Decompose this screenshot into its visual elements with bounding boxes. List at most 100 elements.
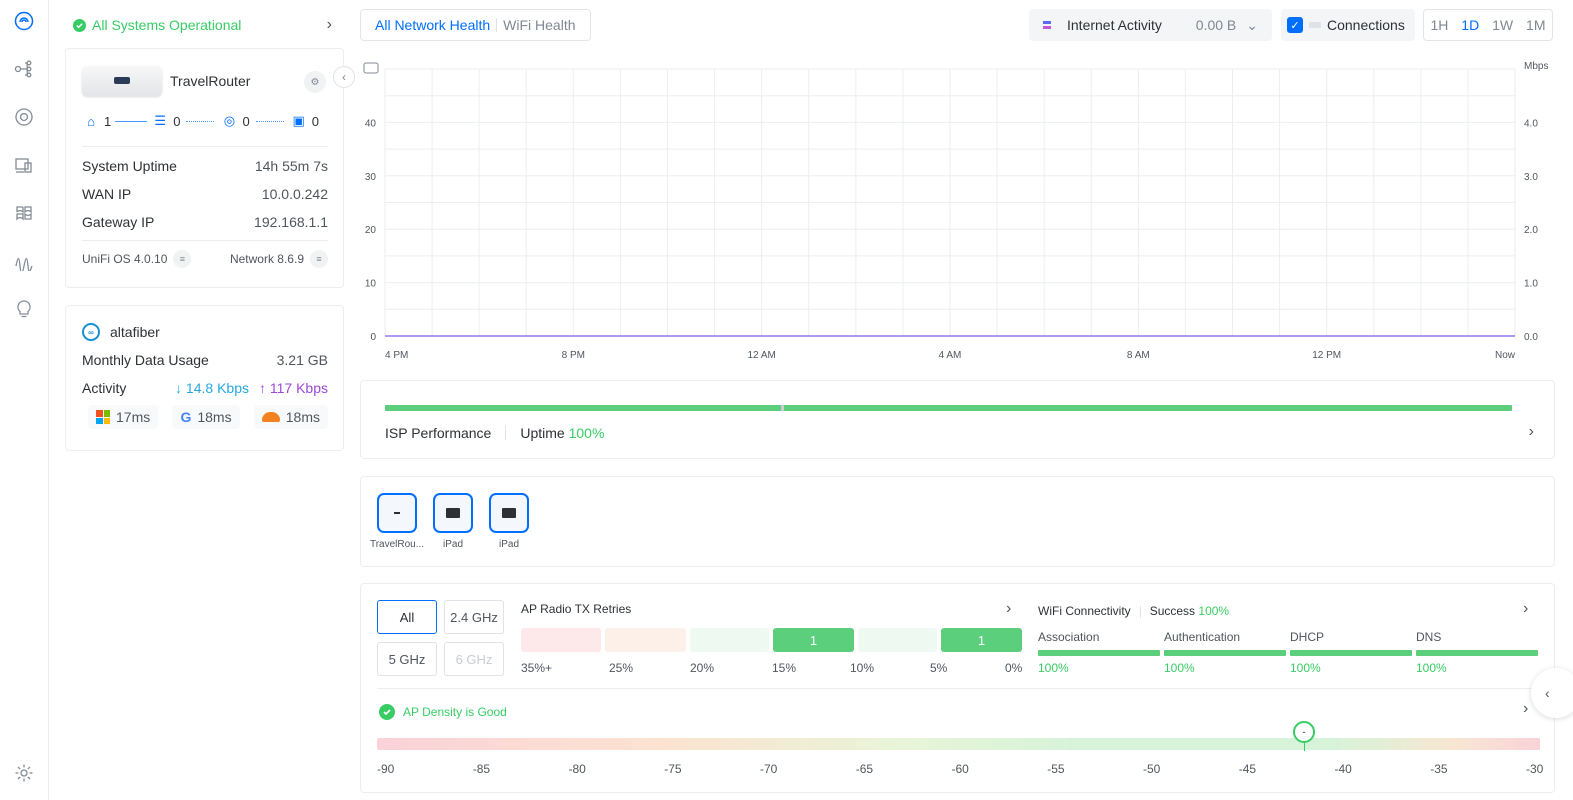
range-1d[interactable]: 1D [1461, 17, 1479, 33]
collapse-panel-button[interactable]: ‹ [333, 66, 355, 88]
wifi-connectivity-title: WiFi Connectivity Success 100% [1038, 604, 1230, 618]
activity-row: Activity ↓ 14.8 Kbps ↑ 117 Kbps [82, 380, 328, 396]
density-scale-label: -35 [1430, 762, 1448, 776]
device-card: TravelRouter ⚙ ⌂ 1 ☰ 0 ◎ 0 ▣ 0 System Uptime… [65, 48, 344, 288]
y-tick-right: 3.0 [1524, 172, 1538, 183]
density-scale-label: -40 [1334, 762, 1352, 776]
y-tick-right: 0.0 [1524, 332, 1538, 343]
chevron-right-icon[interactable]: › [1523, 600, 1528, 618]
device-image [82, 66, 162, 96]
checkbox-checked-icon[interactable]: ✓ [1287, 17, 1303, 33]
system-status[interactable]: All Systems Operational › [65, 10, 344, 40]
band-all[interactable]: All [377, 600, 437, 634]
internet-activity-value: 0.00 B [1195, 17, 1237, 33]
retry-bucket [521, 628, 601, 652]
google-latency: G 18ms [172, 405, 240, 429]
insights-icon[interactable] [12, 249, 36, 273]
cloudflare-icon [261, 412, 280, 422]
retry-scale-label: 0% [1005, 661, 1023, 675]
chevron-left-icon: ‹ [1545, 685, 1550, 701]
retry-scale-label: 35%+ [521, 661, 553, 675]
density-scale-label: -50 [1143, 762, 1161, 776]
alarms-icon[interactable] [12, 297, 36, 321]
chevron-down-icon: ⌄ [1246, 16, 1258, 33]
gateway-count: 1 [104, 113, 112, 129]
download-rate: ↓ 14.8 Kbps [175, 380, 249, 396]
upload-rate: ↑ 117 Kbps [258, 380, 328, 396]
activity-chart[interactable]: 0 10 20 30 40 0.0 1.0 2.0 3.0 4.0 Mbps 4 PM 8 PM 12 A… [360, 55, 1555, 365]
uptime-value: 100% [568, 425, 605, 441]
internet-activity-select[interactable]: Internet Activity 0.00 B ⌄ [1029, 9, 1272, 41]
retry-bucket [858, 628, 937, 652]
chevron-right-icon: › [326, 16, 332, 33]
release-notes-icon[interactable]: ≡ [173, 250, 192, 268]
band-2-4ghz[interactable]: 2.4 GHz [444, 600, 504, 634]
topology-icon[interactable] [12, 57, 36, 81]
band-5ghz[interactable]: 5 GHz [377, 642, 437, 676]
chevron-right-icon[interactable]: › [1523, 700, 1528, 718]
client-icon: ▣ [292, 113, 305, 128]
y-tick-right: 2.0 [1524, 225, 1538, 236]
settings-icon[interactable] [12, 761, 36, 785]
chevron-right-icon[interactable]: › [1006, 600, 1011, 618]
retry-scale-label: 10% [850, 661, 875, 675]
release-notes-icon[interactable]: ≡ [310, 250, 328, 268]
router-icon [377, 493, 417, 533]
legend-swatch [1043, 21, 1051, 29]
y-tick-left: 20 [365, 225, 377, 236]
density-scale-label: -60 [951, 762, 969, 776]
internet-activity-label: Internet Activity [1067, 17, 1162, 33]
latency-list: 17ms G 18ms 18ms [88, 405, 328, 429]
dashboard-icon[interactable] [12, 9, 36, 33]
density-scale-label: -70 [760, 762, 778, 776]
x-tick: 8 PM [562, 350, 585, 361]
uptime-label: Uptime [520, 425, 565, 441]
stat-gateway-ip: Gateway IP 192.168.1.1 [82, 214, 328, 230]
y-tick-right: 1.0 [1524, 279, 1538, 290]
connections-label: Connections [1327, 17, 1405, 33]
ap-count: 0 [242, 113, 250, 129]
density-marker[interactable]: - [1293, 721, 1315, 743]
client-ipad[interactable]: iPad [481, 493, 537, 550]
density-scale-label: -90 [377, 762, 395, 776]
monthly-data-usage: Monthly Data Usage 3.21 GB [82, 352, 328, 368]
client-travelrouter[interactable]: TravelRou... [369, 493, 425, 550]
isp-performance-card[interactable]: ISP Performance Uptime 100% › [360, 380, 1555, 459]
range-1w[interactable]: 1W [1492, 17, 1513, 33]
status-text: All Systems Operational [92, 17, 242, 33]
range-1m[interactable]: 1M [1526, 17, 1545, 33]
side-panel-toggle[interactable]: ‹ [1531, 668, 1573, 718]
retry-bucket [605, 628, 686, 652]
retry-bucket [690, 628, 769, 652]
ports-icon[interactable] [12, 201, 36, 225]
y-axis-unit: Mbps [1524, 61, 1548, 72]
client-count: 0 [311, 113, 319, 129]
density-scale-label: -45 [1238, 762, 1257, 776]
tab-wifi-health[interactable]: WiFi Health [497, 17, 581, 33]
device-action-icon[interactable]: ⚙ [304, 71, 326, 93]
band-6ghz: 6 GHz [444, 642, 504, 676]
microsoft-icon [96, 410, 110, 424]
switch-count: 0 [173, 113, 181, 129]
client-ipad[interactable]: iPad [425, 493, 481, 550]
gateway-icon: ⌂ [87, 113, 95, 129]
connections-toggle[interactable]: ✓ Connections [1281, 9, 1415, 41]
google-icon: G [180, 409, 192, 425]
devices-icon[interactable] [12, 105, 36, 129]
check-icon [73, 18, 86, 32]
stat-uptime: System Uptime 14h 55m 7s [82, 158, 328, 174]
microsoft-latency: 17ms [88, 405, 159, 429]
tx-retries-title: AP Radio TX Retries [521, 602, 632, 616]
range-1h[interactable]: 1H [1430, 17, 1448, 33]
density-scale-label: -75 [664, 762, 682, 776]
retry-scale-label: 20% [690, 661, 715, 675]
x-tick: 8 AM [1127, 350, 1150, 361]
density-scale-label: -85 [472, 762, 491, 776]
gateway-icon [363, 62, 379, 74]
x-tick: 4 PM [385, 350, 408, 361]
clients-icon[interactable] [12, 153, 36, 177]
retry-scale-label: 5% [930, 661, 948, 675]
ap-icon: ◎ [223, 113, 236, 128]
ipad-icon [433, 493, 473, 533]
tab-all-network-health[interactable]: All Network Health [369, 17, 496, 33]
